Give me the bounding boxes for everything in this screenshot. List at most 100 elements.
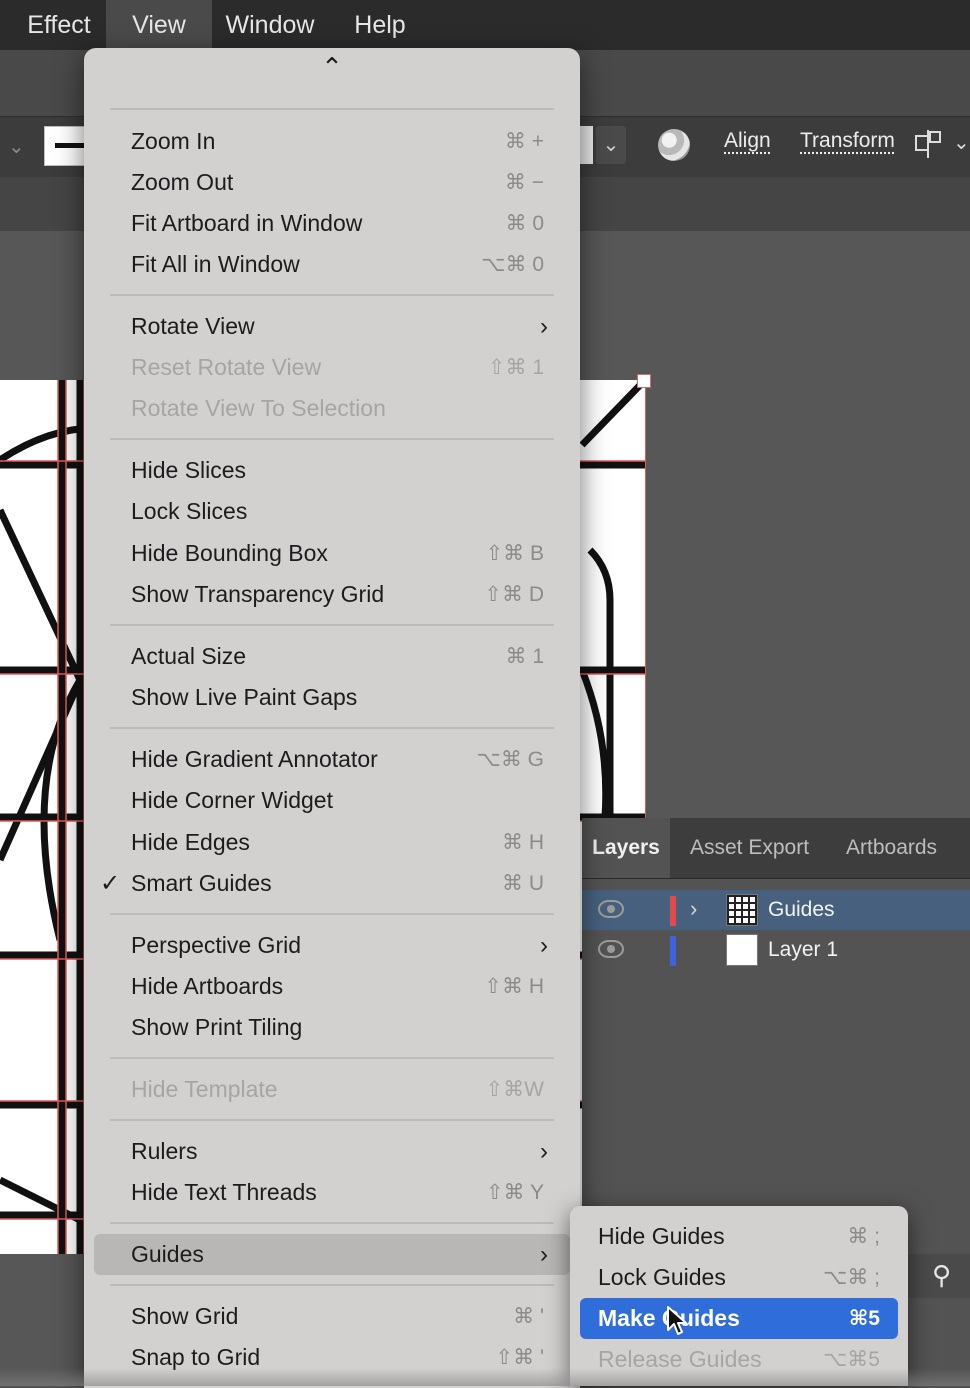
menu-item-label: Reset Rotate View — [131, 354, 322, 380]
eye-icon[interactable] — [598, 900, 624, 918]
menu-item-label: Show Print Tiling — [131, 1014, 303, 1040]
menu-item-label: Hide Edges — [131, 829, 250, 855]
menu-item-label: Hide Slices — [131, 457, 247, 483]
menu-item-label: Zoom In — [131, 128, 216, 154]
layer-row[interactable]: Layer 1 — [582, 930, 970, 970]
chevron-right-icon[interactable]: › — [690, 896, 697, 922]
menu-item-shortcut: ⇧⌘ Y — [485, 1181, 544, 1204]
menu-item-shortcut: ⌘ 1 — [505, 645, 544, 668]
menu-item-label: Smart Guides — [131, 870, 272, 896]
chevron-down-icon[interactable]: ⌄ — [8, 134, 25, 159]
tab-layers[interactable]: Layers — [582, 818, 670, 878]
menu-item-shortcut: ⇧⌘W — [485, 1078, 544, 1101]
menu-item-label: Hide Text Threads — [131, 1179, 317, 1205]
menu-window[interactable]: Window — [214, 0, 326, 50]
menu-item-lock-guides[interactable]: Lock Guides ⌥⌘ ; — [580, 1257, 898, 1298]
menu-item-shortcut: ⇧⌘ B — [485, 542, 544, 565]
menu-separator — [110, 1284, 554, 1286]
menu-item-label: Show Transparency Grid — [131, 581, 385, 607]
chevron-down-icon[interactable]: ⌄ — [596, 126, 626, 164]
menu-item-hide-guides[interactable]: Hide Guides ⌘ ; — [580, 1216, 898, 1257]
menu-item-hide-template: Hide Template ⇧⌘W — [94, 1069, 570, 1110]
menu-item-show-live-paint-gaps[interactable]: Show Live Paint Gaps — [94, 677, 570, 718]
menu-item-label: Show Grid — [131, 1303, 239, 1329]
menu-item-hide-artboards[interactable]: Hide Artboards ⇧⌘ H — [94, 966, 570, 1007]
menu-item-label: Fit All in Window — [131, 251, 300, 277]
align-link[interactable]: Align — [724, 129, 771, 153]
eye-icon[interactable] — [598, 940, 624, 958]
menu-item-hide-slices[interactable]: Hide Slices — [94, 450, 570, 491]
menu-item-shortcut: ⌘ − — [504, 171, 544, 194]
chevron-right-icon: › — [540, 313, 548, 340]
mouse-cursor-icon — [667, 1306, 687, 1335]
menu-separator — [110, 1057, 554, 1059]
menu-item-label: Zoom Out — [131, 169, 234, 195]
menu-item-label: Hide Artboards — [131, 973, 284, 999]
transform-link[interactable]: Transform — [800, 129, 895, 153]
menu-separator — [110, 624, 554, 626]
layer-name: Guides — [768, 898, 835, 921]
menu-item-shortcut: ⌘ ; — [847, 1225, 880, 1248]
menu-item-shortcut: ⌘ + — [504, 130, 544, 153]
menu-help[interactable]: Help — [330, 0, 430, 50]
menu-item-make-guides[interactable]: Make Guides ⌘5 — [580, 1298, 898, 1339]
artboard-corner-handle[interactable] — [637, 374, 651, 388]
menu-item-shortcut: ⌘5 — [848, 1307, 880, 1330]
menu-item-fit-all[interactable]: Fit All in Window ⌥⌘ 0 — [94, 244, 570, 285]
layer-thumbnail — [726, 934, 758, 966]
menu-item-label: Hide Guides — [598, 1223, 725, 1249]
menu-item-zoom-out[interactable]: Zoom Out ⌘ − — [94, 162, 570, 203]
view-menu: ⌃ Zoom In ⌘ + Zoom Out ⌘ − Fit Artboard … — [84, 48, 580, 1388]
panel-tab-bar: Layers Asset Export Artboards — [582, 818, 970, 879]
menu-item-label: Hide Template — [131, 1076, 278, 1102]
screen-edge — [0, 1368, 970, 1386]
menu-effect[interactable]: Effect — [8, 0, 110, 50]
menu-item-perspective-grid[interactable]: Perspective Grid › — [94, 925, 570, 966]
menu-item-show-grid[interactable]: Show Grid ⌘ ' — [94, 1296, 570, 1337]
globe-icon[interactable] — [658, 129, 690, 161]
chevron-right-icon: › — [540, 1241, 548, 1268]
menu-item-label: Lock Guides — [598, 1264, 726, 1290]
menu-item-rulers[interactable]: Rulers › — [94, 1131, 570, 1172]
menu-bar: Effect View Window Help — [0, 0, 970, 51]
chevron-down-icon[interactable]: ⌄ — [953, 130, 970, 155]
menu-item-hide-edges[interactable]: Hide Edges ⌘ H — [94, 822, 570, 863]
menu-item-shortcut: ⌥⌘ G — [476, 748, 544, 771]
menu-item-label: Hide Gradient Annotator — [131, 746, 378, 772]
menu-item-shortcut: ⌥⌘ 0 — [481, 253, 544, 276]
menu-item-shortcut: ⌥⌘ ; — [823, 1266, 880, 1289]
menu-item-label: Perspective Grid — [131, 932, 302, 958]
scroll-up-arrow-icon[interactable]: ⌃ — [84, 52, 580, 83]
menu-item-smart-guides[interactable]: ✓ Smart Guides ⌘ U — [94, 863, 570, 904]
align-to-icon[interactable] — [912, 128, 944, 168]
menu-item-shortcut: ⌘ U — [502, 872, 544, 895]
layer-color-bar — [670, 896, 676, 926]
menu-item-show-transparency-grid[interactable]: Show Transparency Grid ⇧⌘ D — [94, 574, 570, 615]
menu-separator — [110, 108, 554, 110]
menu-item-hide-text-threads[interactable]: Hide Text Threads ⇧⌘ Y — [94, 1172, 570, 1213]
menu-item-label: Rulers — [131, 1138, 198, 1164]
menu-item-hide-gradient-annotator[interactable]: Hide Gradient Annotator ⌥⌘ G — [94, 739, 570, 780]
menu-item-label: Hide Corner Widget — [131, 787, 333, 813]
menu-item-fit-artboard[interactable]: Fit Artboard in Window ⌘ 0 — [94, 203, 570, 244]
tab-asset-export[interactable]: Asset Export — [690, 818, 809, 878]
menu-separator — [110, 294, 554, 296]
menu-view[interactable]: View — [106, 0, 212, 50]
layer-name: Layer 1 — [768, 938, 839, 961]
tab-artboards[interactable]: Artboards — [846, 818, 937, 878]
layer-row[interactable]: › Guides — [582, 890, 970, 930]
menu-item-rotate-view[interactable]: Rotate View › — [94, 306, 570, 347]
menu-item-lock-slices[interactable]: Lock Slices — [94, 491, 570, 532]
menu-item-hide-corner-widget[interactable]: Hide Corner Widget — [94, 780, 570, 821]
search-icon[interactable]: ⚲ — [932, 1260, 951, 1291]
menu-item-shortcut: ⇧⌘ D — [484, 583, 544, 606]
menu-item-hide-bounding-box[interactable]: Hide Bounding Box ⇧⌘ B — [94, 533, 570, 574]
menu-item-label: Hide Bounding Box — [131, 540, 328, 566]
menu-item-label: Rotate View — [131, 313, 255, 339]
menu-item-label: Fit Artboard in Window — [131, 210, 363, 236]
menu-item-show-print-tiling[interactable]: Show Print Tiling — [94, 1007, 570, 1048]
menu-item-zoom-in[interactable]: Zoom In ⌘ + — [94, 121, 570, 162]
layer-thumbnail — [726, 894, 758, 926]
menu-item-actual-size[interactable]: Actual Size ⌘ 1 — [94, 636, 570, 677]
menu-item-guides[interactable]: Guides › — [94, 1234, 570, 1275]
